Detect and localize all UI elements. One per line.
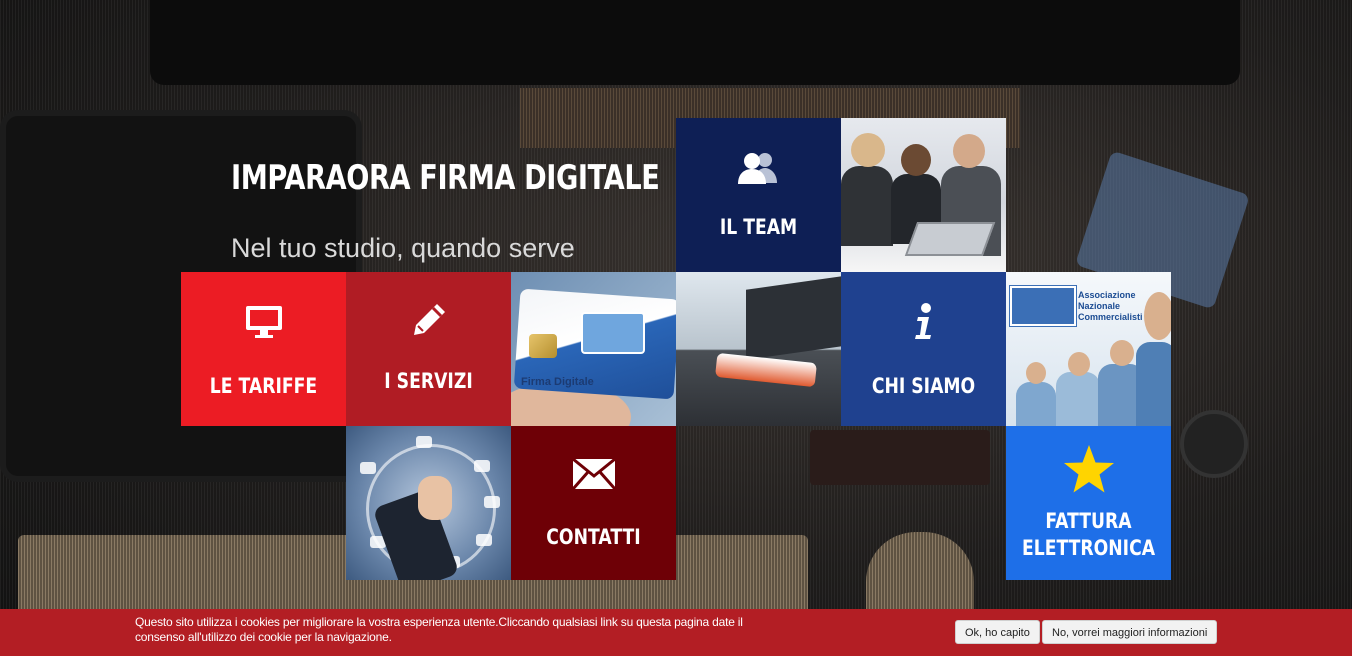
info-icon <box>841 302 1006 342</box>
anc-people-photo: Associazione Nazionale Commercialisti <box>1006 272 1171 426</box>
cookie-more-info-button[interactable]: No, vorrei maggiori informazioni <box>1042 620 1218 644</box>
cookie-accept-button[interactable]: Ok, ho capito <box>955 620 1040 644</box>
monitor-icon <box>181 302 346 342</box>
tile-i-servizi-label: I SERVIZI <box>384 369 473 393</box>
page-subtitle: Nel tuo studio, quando serve <box>231 233 575 263</box>
tile-il-team-label: IL TEAM <box>719 215 798 239</box>
star-icon <box>1006 444 1171 494</box>
tile-le-tariffe-label: LE TARIFFE <box>209 374 318 398</box>
tile-chi-siamo-label: CHI SIAMO <box>871 374 976 398</box>
users-icon <box>676 148 841 188</box>
cookie-banner-text: Questo sito utilizza i cookies per migli… <box>135 615 743 644</box>
tile-fattura-label-line1: FATTURA <box>1045 509 1132 533</box>
anc-logo-text: Associazione Nazionale Commercialisti <box>1078 290 1143 322</box>
firma-digitale-card-photo: Firma Digitale <box>511 272 676 426</box>
tile-chi-siamo[interactable]: CHI SIAMO <box>841 272 1006 426</box>
usb-stick-photo <box>676 272 841 426</box>
background-notebook <box>810 430 990 485</box>
tile-contatti[interactable]: CONTATTI <box>511 426 676 580</box>
envelope-icon <box>511 454 676 494</box>
tile-i-servizi[interactable]: I SERVIZI <box>346 272 511 426</box>
page-title: IMPARAORA FIRMA DIGITALE <box>231 158 660 198</box>
tile-contatti-label: CONTATTI <box>546 525 641 549</box>
cookie-banner: Questo sito utilizza i cookies per migli… <box>0 609 1352 656</box>
background-monitor <box>150 0 1240 85</box>
background-knob <box>1180 410 1248 478</box>
tile-il-team[interactable]: IL TEAM <box>676 118 841 272</box>
pencil-icon <box>346 300 511 340</box>
card-photo-text: Firma Digitale <box>521 376 594 388</box>
digital-hand-photo <box>346 426 511 580</box>
team-photo <box>841 118 1006 272</box>
tile-fattura-elettronica[interactable]: FATTURA ELETTRONICA <box>1006 426 1171 580</box>
tile-le-tariffe[interactable]: LE TARIFFE <box>181 272 346 426</box>
tile-fattura-label-line2: ELETTRONICA <box>1021 536 1156 560</box>
